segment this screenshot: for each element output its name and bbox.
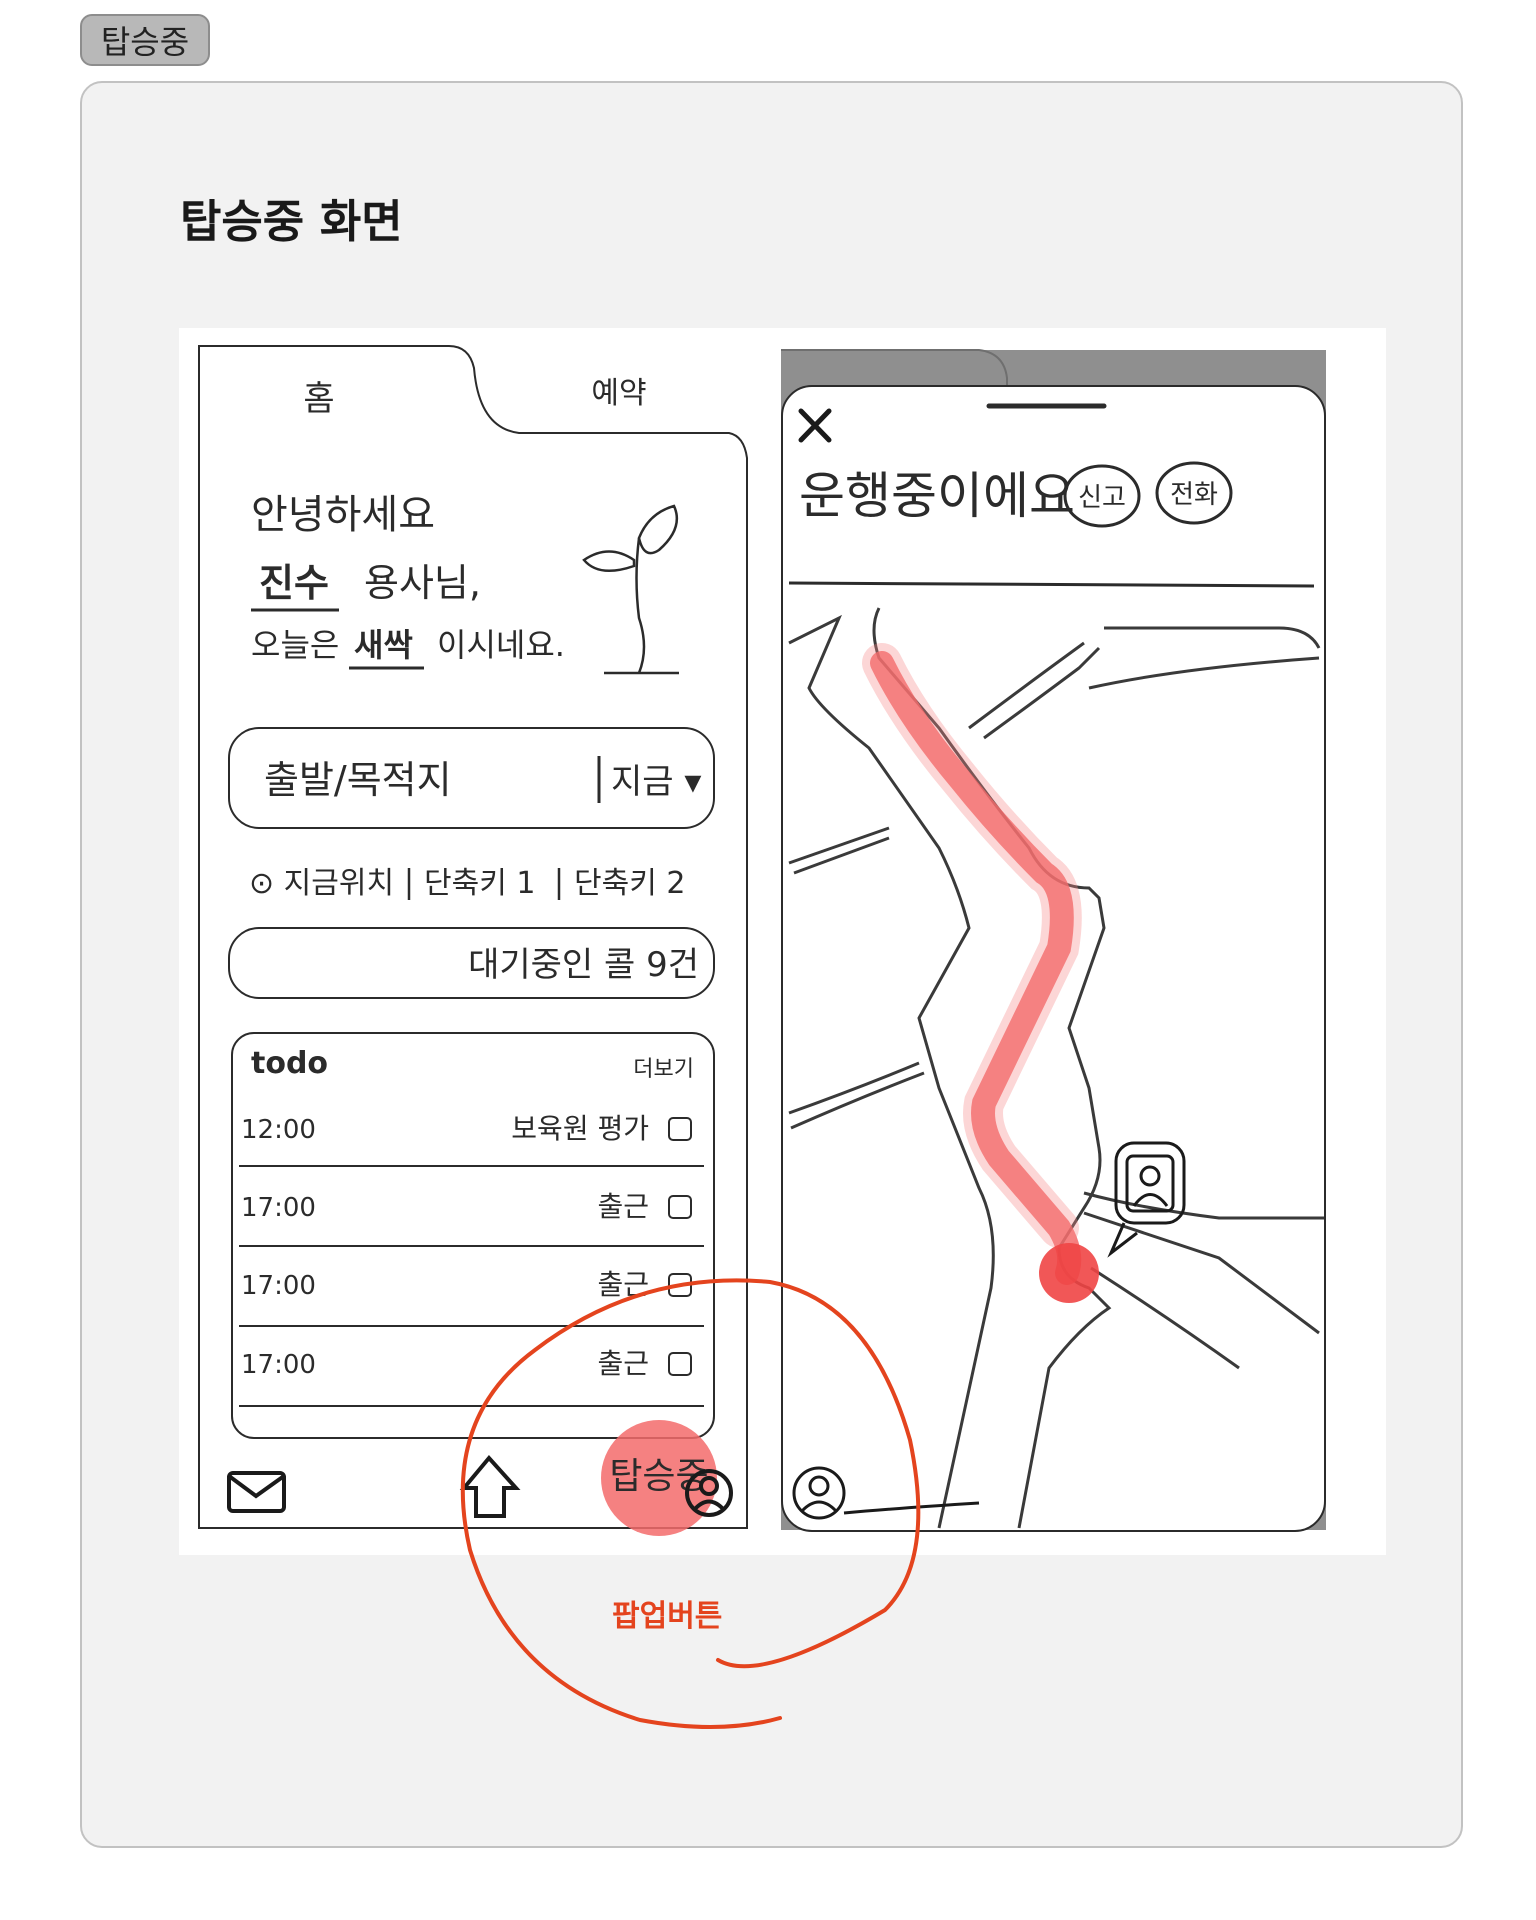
- call-button-label: 전화: [1170, 480, 1218, 510]
- todo-title: todo: [251, 1046, 328, 1081]
- tab-reservation[interactable]: 예약: [591, 376, 646, 411]
- mail-icon[interactable]: [227, 1471, 286, 1513]
- todo-time: 17:00: [241, 1350, 316, 1380]
- report-button-label: 신고: [1078, 483, 1126, 513]
- greeting-level: 새싹: [354, 626, 413, 664]
- greeting-line1: 안녕하세요: [251, 492, 435, 538]
- status-tag-label: 탑승중: [100, 23, 190, 61]
- sprout-icon: [582, 504, 679, 675]
- todo-list: 12:00 보육원 평가 17:00 출근 17:00 출근 17:00 출근: [239, 1112, 704, 1407]
- todo-task: 보육원 평가: [511, 1112, 649, 1145]
- home-icon[interactable]: [459, 1454, 521, 1518]
- shortcut-current-location[interactable]: ⊙ 지금위치: [249, 866, 394, 901]
- ride-screen: 운행중이에요 신고 전화: [781, 349, 1326, 1532]
- greeting-name: 진수: [259, 561, 329, 605]
- current-location-marker: [1039, 1243, 1099, 1303]
- content-card: 탑승중 화면 홈 예약 안녕하세요 진수 용사님, 오늘은 새싹 이시네요. 출…: [80, 81, 1463, 1848]
- wireframe-sketch: 홈 예약 안녕하세요 진수 용사님, 오늘은 새싹 이시네요. 출발/목적지 지…: [179, 328, 1386, 1555]
- time-select[interactable]: 지금 ▾: [611, 762, 701, 802]
- ride-status: 운행중이에요: [799, 467, 1075, 525]
- page-title: 탑승중 화면: [180, 195, 403, 248]
- popup-button-annotation: 팝업버튼: [612, 1599, 723, 1634]
- shortcut-1[interactable]: 단축키 1: [424, 866, 535, 901]
- todo-time: 17:00: [241, 1193, 316, 1223]
- greeting-end: 이시네요.: [437, 626, 565, 664]
- todo-checkbox[interactable]: [668, 1352, 692, 1376]
- search-placeholder: 출발/목적지: [264, 758, 452, 802]
- todo-more-link[interactable]: 더보기: [633, 1057, 694, 1082]
- todo-time: 12:00: [241, 1115, 316, 1145]
- home-screen: 홈 예약 안녕하세요 진수 용사님, 오늘은 새싹 이시네요. 출발/목적지 지…: [198, 345, 748, 1536]
- todo-task: 출근: [597, 1268, 649, 1301]
- todo-checkbox[interactable]: [668, 1273, 692, 1297]
- tab-home[interactable]: 홈: [303, 379, 334, 419]
- todo-time: 17:00: [241, 1271, 316, 1301]
- todo-checkbox[interactable]: [668, 1195, 692, 1219]
- shortcut-2[interactable]: 단축키 2: [574, 866, 685, 901]
- todo-checkbox[interactable]: [668, 1117, 692, 1141]
- greeting-suffix: 용사님,: [364, 561, 481, 605]
- waiting-calls: 대기중인 콜 9건: [468, 945, 699, 985]
- todo-task: 출근: [597, 1190, 649, 1223]
- status-tag: 탑승중: [80, 14, 210, 66]
- greeting-today: 오늘은: [251, 626, 339, 664]
- todo-task: 출근: [597, 1347, 649, 1380]
